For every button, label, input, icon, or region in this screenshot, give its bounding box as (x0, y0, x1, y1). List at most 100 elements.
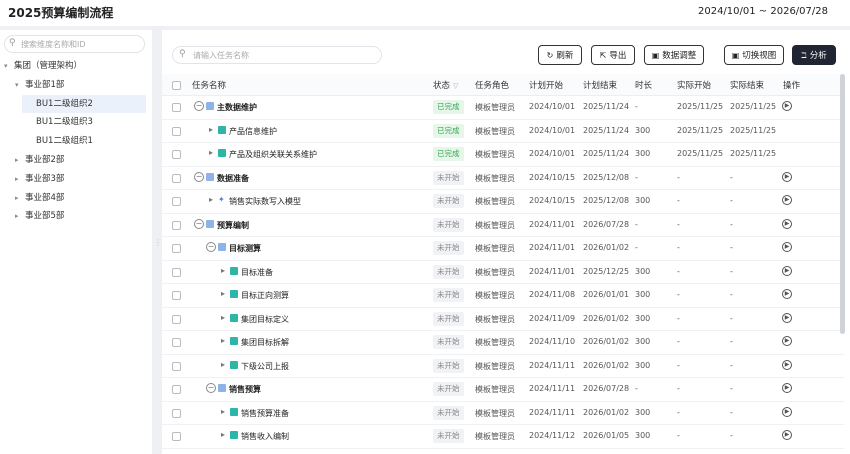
play-icon[interactable]: ▶ (782, 359, 792, 370)
play-icon[interactable]: ▶ (782, 430, 792, 440)
play-icon[interactable]: ▶ (782, 195, 792, 205)
task-name[interactable]: 目标正向测算 (241, 290, 289, 301)
row-checkbox[interactable] (172, 314, 181, 324)
caret-right-icon[interactable]: ▸ (15, 170, 25, 188)
caret-right-icon[interactable]: ▸ (15, 189, 25, 207)
table-row[interactable]: ▸ 集团目标定义 未开始 模板管理员 2024/11/09 2026/01/02 300 - -… (162, 308, 844, 331)
refresh-button[interactable]: ↻ 刷新 (538, 45, 582, 65)
task-name[interactable]: 主数据维护 (217, 102, 257, 113)
table-row[interactable]: − 数据准备 未开始 模板管理员 2024/10/15 2025/12/08- - - ▶ (162, 167, 844, 190)
task-name[interactable]: 销售收入编制 (241, 431, 289, 442)
table-row[interactable]: ▸ 目标准备 未开始 模板管理员 2024/11/01 2025/12/25 300 - - ▶ (162, 261, 844, 284)
play-icon[interactable]: ▶ (782, 336, 792, 346)
tree-node[interactable]: BU1二级组织3 (0, 113, 150, 131)
resize-handle[interactable]: ⋮ (154, 238, 162, 250)
chevron-down-icon[interactable]: ⌄ (105, 4, 119, 18)
task-search[interactable]: ⚲ (172, 46, 382, 64)
expand-icon[interactable]: ▸ (218, 360, 228, 370)
play-icon[interactable]: ▶ (782, 265, 792, 276)
play-icon[interactable]: ▶ (782, 383, 792, 393)
task-name[interactable]: 预算编制 (217, 220, 249, 231)
task-name[interactable]: 数据准备 (217, 173, 249, 184)
row-checkbox[interactable] (172, 408, 181, 418)
table-row[interactable]: − 主数据维护 已完成 模板管理员 2024/10/01 2025/11/24- 2025/… (162, 96, 844, 120)
tree-node[interactable]: BU1二级组织1 (0, 132, 150, 150)
row-checkbox[interactable] (172, 126, 181, 136)
caret-down-icon[interactable]: ▾ (4, 57, 14, 75)
row-checkbox[interactable] (172, 197, 181, 206)
tree-node[interactable]: ▾ 事业部1部 (0, 76, 150, 94)
collapse-icon[interactable]: − (194, 218, 204, 229)
switch-view-button[interactable]: ▣ 切换视图 (724, 45, 784, 65)
table-row[interactable]: − 销售预算 未开始 模板管理员 2024/11/11 2026/07/28- - - ▶ (162, 378, 844, 402)
table-row[interactable]: ▸ 下级公司上报 未开始 模板管理员 2024/11/11 2026/01/02 300 - -… (162, 355, 844, 378)
caret-right-icon[interactable]: ▸ (15, 207, 25, 225)
play-icon[interactable]: ▶ (782, 218, 792, 229)
row-checkbox[interactable] (172, 361, 181, 371)
task-name[interactable]: 目标准备 (241, 267, 273, 278)
tree-node[interactable]: ▸ 事业部2部 (0, 151, 150, 169)
expand-icon[interactable]: ▸ (206, 195, 216, 205)
table-row[interactable]: ▸ 销售收入编制 未开始 模板管理员 2024/11/12 2026/01/05 300 - -… (162, 425, 844, 449)
task-name[interactable]: 产品及组织关联关系维护 (229, 149, 317, 160)
collapse-icon[interactable]: − (194, 171, 204, 182)
analyze-button[interactable]: ℶ 分析 (792, 45, 836, 65)
task-name[interactable]: 集团目标定义 (241, 314, 289, 325)
row-checkbox[interactable] (172, 385, 181, 394)
expand-icon[interactable]: ▸ (218, 313, 228, 323)
collapse-icon[interactable]: − (194, 101, 204, 111)
row-checkbox[interactable] (172, 150, 181, 159)
select-all-checkbox[interactable] (172, 81, 181, 90)
dimension-search-input[interactable] (21, 37, 141, 51)
play-icon[interactable]: ▶ (782, 312, 792, 323)
row-checkbox[interactable] (172, 291, 181, 300)
filter-icon[interactable]: ▽ (453, 82, 458, 90)
caret-down-icon[interactable]: ▾ (15, 76, 25, 94)
expand-icon[interactable]: ▸ (218, 289, 228, 299)
play-icon[interactable]: ▶ (782, 289, 792, 299)
play-icon[interactable]: ▶ (782, 406, 792, 417)
task-name[interactable]: 销售预算准备 (241, 408, 289, 419)
table-row[interactable]: ▸ 目标正向测算 未开始 模板管理员 2024/11/08 2026/01/01 300 - -… (162, 284, 844, 308)
tree-node[interactable]: ▸ 事业部5部 (0, 207, 150, 225)
collapse-icon[interactable]: − (206, 242, 216, 252)
row-checkbox[interactable] (172, 267, 181, 277)
row-checkbox[interactable] (172, 173, 181, 183)
row-checkbox[interactable] (172, 338, 181, 347)
task-name[interactable]: 集团目标拆解 (241, 337, 289, 348)
task-name[interactable]: 下级公司上报 (241, 361, 289, 372)
expand-icon[interactable]: ▸ (218, 430, 228, 440)
collapse-icon[interactable]: − (206, 383, 216, 393)
row-checkbox[interactable] (172, 220, 181, 230)
expand-icon[interactable]: ▸ (206, 125, 216, 135)
table-row[interactable]: ▸ ✦ 销售实际数写入模型 未开始 模板管理员 2024/10/15 2025/12/08 3… (162, 190, 844, 214)
export-button[interactable]: ⇱ 导出 (591, 45, 635, 65)
task-name[interactable]: 产品信息维护 (229, 126, 277, 137)
table-row[interactable]: − 预算编制 未开始 模板管理员 2024/11/01 2026/07/28- - - ▶ (162, 214, 844, 237)
data-adjust-button[interactable]: ▣ 数据调整 (644, 45, 704, 65)
row-checkbox[interactable] (172, 244, 181, 253)
row-checkbox[interactable] (172, 432, 181, 441)
task-search-input[interactable] (193, 48, 378, 62)
task-name[interactable]: 销售预算 (229, 384, 261, 395)
table-row[interactable]: ▸ 集团目标拆解 未开始 模板管理员 2024/11/10 2026/01/02 300 - -… (162, 331, 844, 355)
task-name[interactable]: 目标测算 (229, 243, 261, 254)
caret-right-icon[interactable]: ▸ (15, 151, 25, 169)
expand-icon[interactable]: ▸ (218, 266, 228, 276)
expand-icon[interactable]: ▸ (218, 407, 228, 417)
row-checkbox[interactable] (172, 103, 181, 112)
table-row[interactable]: ▸ 产品信息维护 已完成 模板管理员 2024/10/01 2025/11/24 300 20… (162, 120, 844, 143)
tree-node[interactable]: ▸ 事业部3部 (0, 170, 150, 188)
task-name[interactable]: 销售实际数写入模型 (229, 196, 301, 207)
tree-node[interactable]: ▾ 集团（管理架构） (0, 57, 150, 75)
play-icon[interactable]: ▶ (782, 171, 792, 182)
play-icon[interactable]: ▶ (782, 101, 792, 111)
table-row[interactable]: ▸ 销售预算准备 未开始 模板管理员 2024/11/11 2026/01/02 300 - -… (162, 402, 844, 425)
table-row[interactable]: − 目标测算 未开始 模板管理员 2024/11/01 2026/01/02- - - ▶ (162, 237, 844, 261)
vertical-scrollbar[interactable] (840, 74, 845, 334)
table-row[interactable]: ▸ 产品及组织关联关系维护 已完成 模板管理员 2024/10/01 2025/11/24… (162, 143, 844, 167)
expand-icon[interactable]: ▸ (218, 336, 228, 346)
expand-icon[interactable]: ▸ (206, 148, 216, 158)
dimension-search[interactable]: ⚲ (4, 35, 145, 53)
tree-node[interactable]: ▸ 事业部4部 (0, 189, 150, 207)
